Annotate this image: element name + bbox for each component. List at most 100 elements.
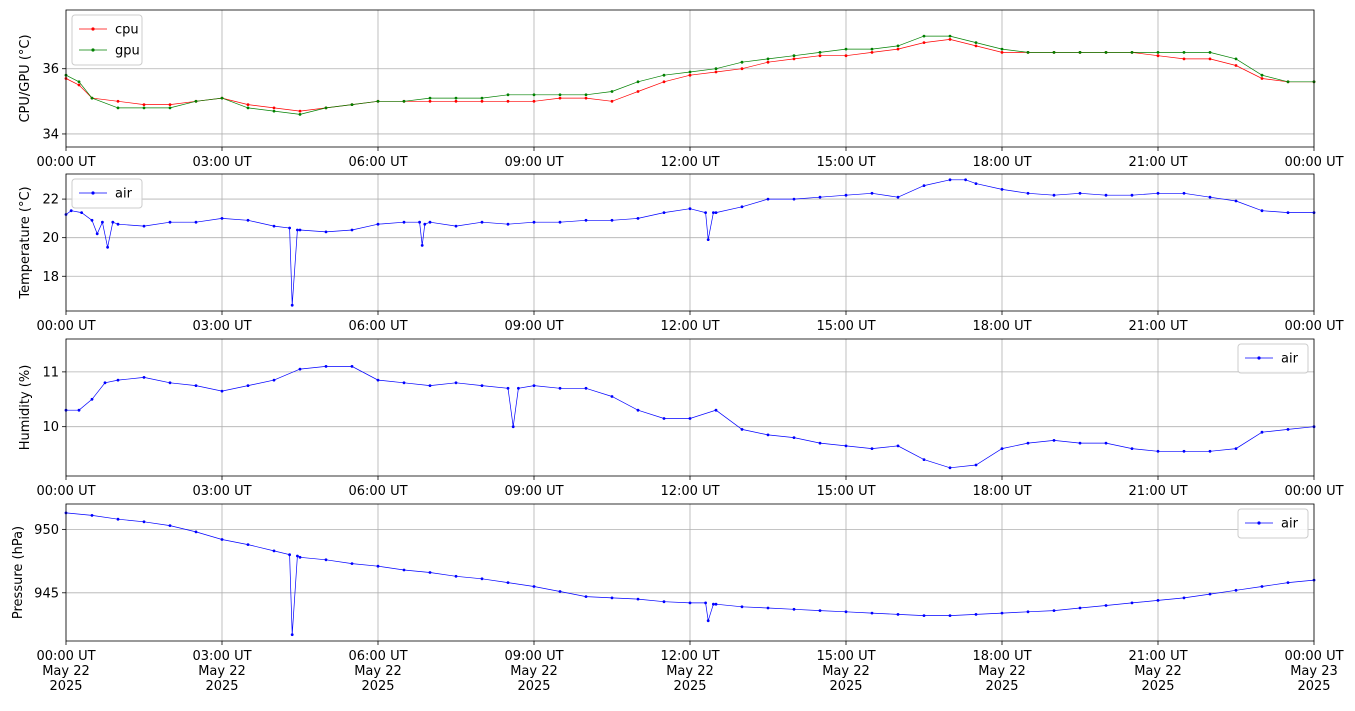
data-point-air — [922, 614, 926, 617]
data-point-air — [1104, 604, 1108, 607]
x-tick-label-line: 00:00 UT — [1284, 484, 1343, 499]
data-point-air — [1026, 441, 1030, 445]
data-point-cpu — [142, 103, 146, 106]
data-point-air — [506, 581, 510, 584]
data-point-air — [1182, 596, 1186, 600]
data-point-cpu — [662, 80, 666, 84]
gridlines — [65, 339, 1315, 476]
data-point-air — [288, 226, 291, 230]
data-point-air — [870, 447, 874, 450]
data-point-gpu — [454, 96, 458, 100]
data-point-gpu — [584, 93, 588, 97]
data-point-air — [298, 228, 302, 232]
x-tick-label: 21:00 UT May 22 2025 — [1128, 649, 1187, 694]
data-point-air — [220, 389, 224, 393]
data-point-air — [1234, 588, 1238, 592]
data-point-air — [844, 444, 848, 448]
legend-marker-cpu — [91, 27, 95, 31]
x-tick-label-line: 2025 — [829, 679, 862, 694]
data-point-air — [610, 596, 614, 600]
data-point-air — [272, 224, 276, 228]
x-tick-label-line: May 23 — [1290, 664, 1338, 679]
data-point-air — [423, 222, 427, 226]
data-point-air — [111, 220, 115, 224]
data-point-gpu — [298, 113, 302, 116]
data-point-gpu — [246, 106, 250, 110]
x-tick-label: 12:00 UT — [660, 319, 719, 334]
x-tick-label-line: 21:00 UT — [1128, 155, 1187, 170]
data-point-air — [1286, 428, 1290, 431]
data-point-cpu — [1000, 51, 1004, 54]
data-point-air — [324, 558, 328, 562]
legend-label-air: air — [1281, 352, 1299, 367]
data-point-air — [1208, 592, 1212, 596]
data-point-gpu — [272, 109, 276, 113]
data-point-air — [246, 543, 250, 546]
data-point-air — [480, 384, 484, 387]
y-tick-label: 34 — [42, 127, 59, 142]
data-point-air — [1104, 193, 1108, 197]
x-tick-label-line: 12:00 UT — [660, 319, 719, 334]
data-point-cpu — [1260, 77, 1264, 80]
data-point-air — [714, 408, 718, 412]
data-point-air — [974, 613, 978, 616]
subplot-1: 00:00 UT 03:00 UT 06:00 UT 09:00 UT 12:00 UT… — [18, 9, 1344, 170]
data-point-air — [948, 614, 952, 617]
data-point-cpu — [974, 44, 978, 48]
data-point-air — [296, 228, 299, 232]
x-tick-label-line: 18:00 UT — [972, 484, 1031, 499]
data-point-gpu — [688, 70, 692, 74]
data-point-air — [298, 555, 302, 559]
data-point-gpu — [974, 41, 978, 44]
data-point-air — [1052, 609, 1056, 612]
data-point-air — [870, 611, 874, 615]
data-point-air — [712, 211, 715, 215]
data-point-air — [818, 195, 822, 199]
data-point-air — [428, 384, 432, 387]
data-point-air — [168, 381, 172, 385]
x-tick-label-line: May 22 — [822, 664, 870, 679]
data-point-air — [688, 601, 692, 605]
data-point-gpu — [1260, 73, 1264, 77]
data-point-air — [506, 222, 510, 226]
data-point-air — [1286, 581, 1290, 584]
data-point-air — [1182, 449, 1186, 453]
data-point-air — [324, 365, 328, 368]
x-tick-label-line: 06:00 UT — [348, 319, 407, 334]
data-point-gpu — [1286, 80, 1290, 84]
data-point-cpu — [636, 90, 640, 93]
x-tick-label-line: May 22 — [510, 664, 558, 679]
data-point-air — [402, 568, 406, 572]
data-point-air — [95, 232, 99, 236]
y-axis-label: CPU/GPU (°C) — [18, 34, 33, 122]
data-point-cpu — [1234, 64, 1238, 67]
data-point-gpu — [636, 80, 640, 84]
data-point-air — [376, 378, 380, 382]
data-point-air — [636, 408, 640, 412]
data-point-gpu — [1104, 51, 1108, 54]
legend: air — [71, 178, 143, 209]
data-point-air — [376, 222, 380, 226]
legend-label-air: air — [1281, 517, 1299, 532]
data-point-air — [116, 378, 120, 382]
data-point-air — [511, 425, 515, 429]
data-point-cpu — [1208, 57, 1212, 61]
data-point-air — [142, 520, 146, 524]
data-point-air — [1026, 191, 1030, 195]
subplot-4: 00:00 UT May 22 202503:00 UT May 22 202506:0… — [11, 503, 1344, 694]
legend-marker-air — [91, 191, 95, 195]
data-point-air — [712, 602, 715, 606]
x-tick-label-line: 21:00 UT — [1128, 484, 1187, 499]
data-point-air — [103, 381, 107, 385]
data-point-gpu — [948, 34, 952, 38]
data-point-cpu — [610, 99, 614, 103]
x-tick-label-line: 15:00 UT — [816, 319, 875, 334]
data-point-air — [766, 197, 770, 201]
data-point-air — [428, 571, 432, 574]
data-point-air — [1156, 599, 1160, 602]
data-point-air — [290, 303, 294, 307]
data-point-air — [272, 378, 276, 382]
data-point-cpu — [1156, 54, 1160, 58]
x-tick-label: 00:00 UT — [1284, 155, 1343, 170]
data-point-air — [1156, 449, 1160, 453]
